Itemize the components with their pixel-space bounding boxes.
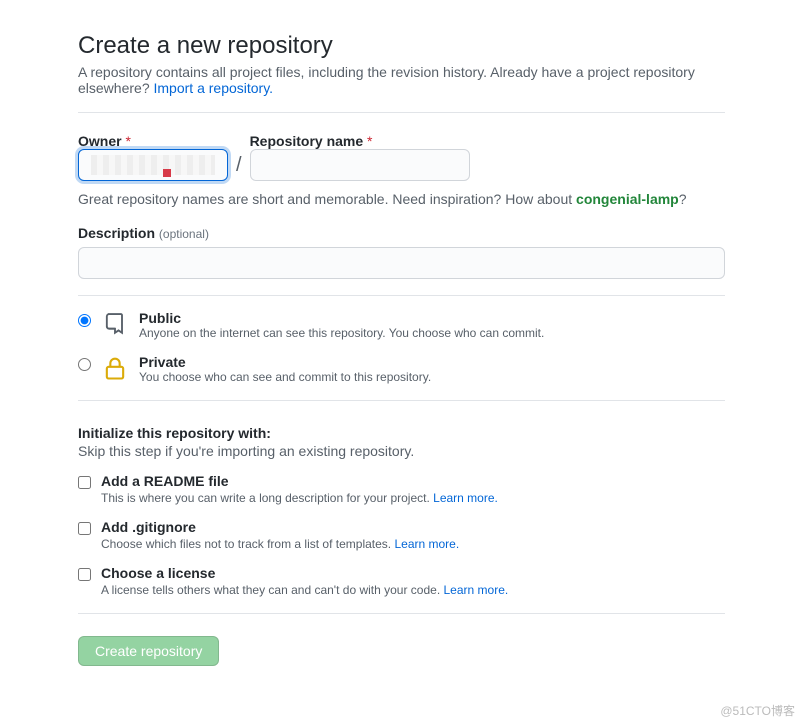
add-gitignore-checkbox[interactable] bbox=[78, 522, 91, 535]
visibility-public-option[interactable]: Public Anyone on the internet can see th… bbox=[78, 310, 725, 340]
license-title: Choose a license bbox=[101, 565, 725, 581]
page-title: Create a new repository bbox=[78, 32, 725, 60]
lock-icon bbox=[101, 354, 129, 382]
private-title: Private bbox=[139, 354, 725, 370]
owner-label: Owner * bbox=[78, 133, 228, 149]
repo-name-suggestion[interactable]: congenial-lamp bbox=[576, 191, 679, 207]
repo-name-hint: Great repository names are short and mem… bbox=[78, 191, 725, 207]
add-readme-option[interactable]: Add a README file This is where you can … bbox=[78, 473, 725, 505]
owner-avatar-redacted bbox=[91, 155, 215, 175]
init-section-title: Initialize this repository with: bbox=[78, 425, 725, 441]
owner-select[interactable] bbox=[78, 149, 228, 181]
add-gitignore-option[interactable]: Add .gitignore Choose which files not to… bbox=[78, 519, 725, 551]
gitignore-learn-more-link[interactable]: Learn more. bbox=[394, 537, 459, 551]
repo-name-label: Repository name * bbox=[250, 133, 470, 149]
visibility-private-radio[interactable] bbox=[78, 358, 91, 371]
page-subhead: A repository contains all project files,… bbox=[78, 64, 725, 96]
divider bbox=[78, 112, 725, 113]
readme-learn-more-link[interactable]: Learn more. bbox=[433, 491, 498, 505]
divider bbox=[78, 295, 725, 296]
divider bbox=[78, 400, 725, 401]
gitignore-desc: Choose which files not to track from a l… bbox=[101, 537, 725, 551]
choose-license-option[interactable]: Choose a license A license tells others … bbox=[78, 565, 725, 597]
init-section-sub: Skip this step if you're importing an ex… bbox=[78, 443, 725, 459]
owner-repo-separator: / bbox=[236, 154, 242, 177]
create-repository-button[interactable]: Create repository bbox=[78, 636, 219, 666]
private-desc: You choose who can see and commit to thi… bbox=[139, 370, 725, 384]
readme-title: Add a README file bbox=[101, 473, 725, 489]
add-readme-checkbox[interactable] bbox=[78, 476, 91, 489]
import-repository-link[interactable]: Import a repository. bbox=[154, 80, 274, 96]
divider bbox=[78, 613, 725, 614]
repo-name-input[interactable] bbox=[250, 149, 470, 181]
choose-license-checkbox[interactable] bbox=[78, 568, 91, 581]
license-desc: A license tells others what they can and… bbox=[101, 583, 725, 597]
readme-desc: This is where you can write a long descr… bbox=[101, 491, 725, 505]
public-desc: Anyone on the internet can see this repo… bbox=[139, 326, 725, 340]
license-learn-more-link[interactable]: Learn more. bbox=[444, 583, 509, 597]
description-label: Description (optional) bbox=[78, 225, 725, 241]
repo-icon bbox=[101, 310, 129, 338]
public-title: Public bbox=[139, 310, 725, 326]
watermark: @51CTO博客 bbox=[720, 702, 795, 719]
visibility-private-option[interactable]: Private You choose who can see and commi… bbox=[78, 354, 725, 384]
visibility-public-radio[interactable] bbox=[78, 314, 91, 327]
description-input[interactable] bbox=[78, 247, 725, 279]
gitignore-title: Add .gitignore bbox=[101, 519, 725, 535]
